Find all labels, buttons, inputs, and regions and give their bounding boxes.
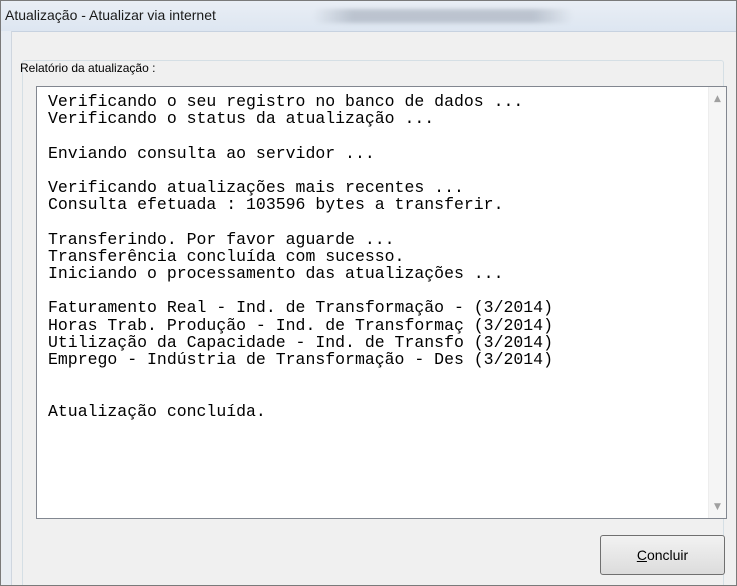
scroll-up-icon[interactable]: ▲: [709, 91, 726, 108]
concluir-button[interactable]: Concluir: [600, 535, 725, 575]
vertical-scrollbar[interactable]: ▲ ▼: [708, 87, 726, 518]
report-log-text: Verificando o seu registro no banco de d…: [48, 92, 553, 421]
report-textarea[interactable]: Verificando o seu registro no banco de d…: [36, 86, 727, 519]
redacted-title-segment: [313, 9, 573, 23]
report-label: Relatório da atualização :: [20, 61, 156, 75]
concluir-accelerator: C: [636, 547, 647, 563]
concluir-label: oncluir: [646, 547, 689, 563]
window-title: Atualização - Atualizar via internet: [5, 7, 216, 23]
scroll-down-icon[interactable]: ▼: [709, 499, 726, 516]
title-bar[interactable]: Atualização - Atualizar via internet: [1, 1, 736, 32]
window-left-edge: [1, 31, 12, 585]
